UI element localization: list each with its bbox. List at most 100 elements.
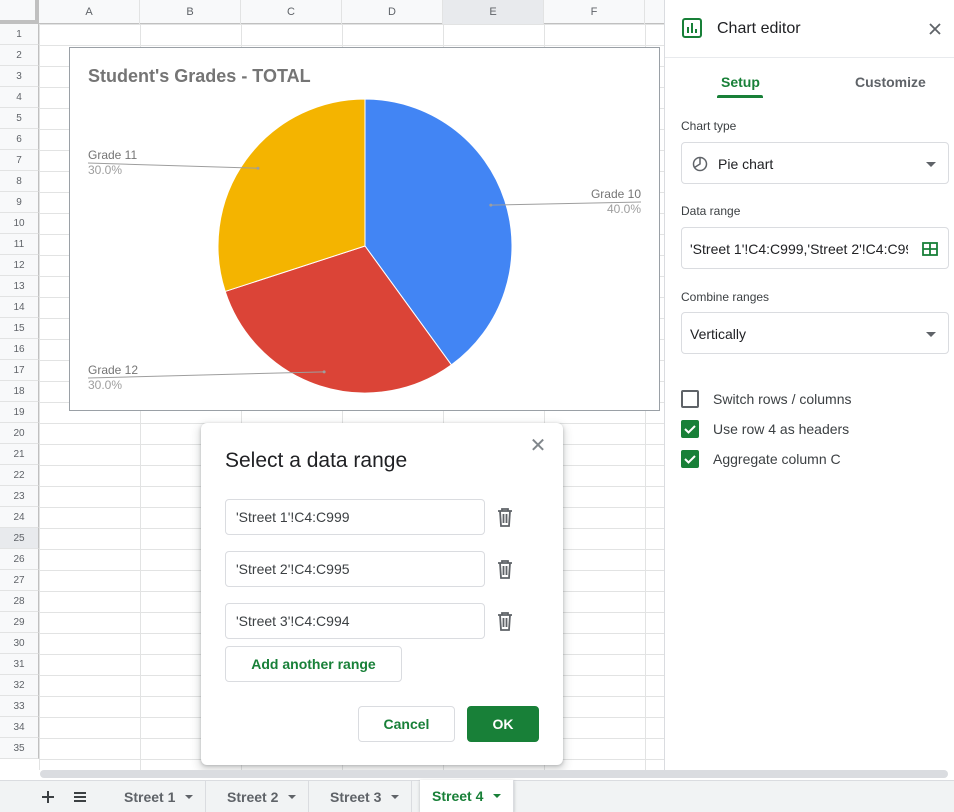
- column-header-c[interactable]: C: [241, 0, 342, 24]
- data-range-field[interactable]: 'Street 1'!C4:C999,'Street 2'!C4:C995,': [681, 227, 949, 269]
- row-header[interactable]: 29: [0, 612, 39, 633]
- panel-title: Chart editor: [717, 20, 801, 37]
- column-header-b[interactable]: B: [140, 0, 241, 24]
- trash-icon[interactable]: [495, 610, 515, 632]
- chart-type-value: Pie chart: [718, 156, 774, 172]
- row-header[interactable]: 19: [0, 402, 39, 423]
- column-header-e[interactable]: E: [443, 0, 544, 24]
- row-header[interactable]: 24: [0, 507, 39, 528]
- sheet-tab-label: Street 2: [227, 789, 279, 805]
- sheet-tab-street-4[interactable]: Street 4: [420, 780, 515, 812]
- trash-icon[interactable]: [495, 558, 515, 580]
- row-header[interactable]: 26: [0, 549, 39, 570]
- row-header[interactable]: 6: [0, 129, 39, 150]
- checkbox-checked-icon[interactable]: [681, 450, 699, 468]
- column-headers: A B C D E F: [0, 0, 664, 24]
- active-tab-indicator: [717, 95, 763, 98]
- row-header[interactable]: 1: [0, 24, 39, 45]
- column-header-f[interactable]: F: [544, 0, 645, 24]
- add-another-range-button[interactable]: Add another range: [225, 646, 402, 682]
- checkbox-unchecked-icon[interactable]: [681, 390, 699, 408]
- row-header[interactable]: 25: [0, 528, 39, 549]
- chevron-down-icon: [288, 795, 297, 799]
- use-row-4-headers-checkbox[interactable]: Use row 4 as headers: [681, 419, 849, 439]
- ok-button[interactable]: OK: [467, 706, 539, 742]
- row-header[interactable]: 30: [0, 633, 39, 654]
- row-header[interactable]: 16: [0, 339, 39, 360]
- row-header[interactable]: 33: [0, 696, 39, 717]
- slice-percent-label: 40.0%: [607, 202, 641, 216]
- row-header[interactable]: 10: [0, 213, 39, 234]
- sheet-tab-bar: Street 1 Street 2 Street 3 Street 4: [0, 780, 954, 812]
- row-header[interactable]: 8: [0, 171, 39, 192]
- column-header-a[interactable]: A: [39, 0, 140, 24]
- chart-type-label: Chart type: [681, 119, 737, 133]
- row-header[interactable]: 27: [0, 570, 39, 591]
- row-header[interactable]: 4: [0, 87, 39, 108]
- combine-ranges-select[interactable]: Vertically: [681, 312, 949, 354]
- horizontal-scrollbar[interactable]: [40, 770, 948, 778]
- dialog-title: Select a data range: [225, 449, 408, 472]
- pie-chart-svg: Grade 1040.0%Grade 1230.0%Grade 1130.0%: [87, 98, 641, 394]
- chart-type-select[interactable]: Pie chart: [681, 142, 949, 184]
- aggregate-column-c-checkbox[interactable]: Aggregate column C: [681, 449, 841, 469]
- range-input-2[interactable]: [225, 551, 485, 587]
- range-input-1[interactable]: [225, 499, 485, 535]
- tab-setup[interactable]: Setup: [721, 74, 760, 90]
- row-header[interactable]: 34: [0, 717, 39, 738]
- row-header[interactable]: 35: [0, 738, 39, 759]
- chevron-down-icon: [926, 332, 936, 337]
- grid-select-icon[interactable]: [922, 241, 938, 257]
- range-input-3[interactable]: [225, 603, 485, 639]
- switch-rows-columns-checkbox[interactable]: Switch rows / columns: [681, 389, 851, 409]
- close-icon[interactable]: ✕: [527, 435, 549, 457]
- sheet-tab-street-3[interactable]: Street 3: [318, 781, 413, 812]
- trash-icon[interactable]: [495, 506, 515, 528]
- checkbox-checked-icon[interactable]: [681, 420, 699, 438]
- row-header[interactable]: 15: [0, 318, 39, 339]
- select-all-corner[interactable]: [0, 0, 39, 24]
- row-header[interactable]: 12: [0, 255, 39, 276]
- select-data-range-dialog: Select a data range ✕ Add another range …: [201, 423, 563, 765]
- column-header-d[interactable]: D: [342, 0, 443, 24]
- sheet-tab-label: Street 3: [330, 789, 382, 805]
- all-sheets-menu-icon[interactable]: [70, 787, 90, 807]
- row-header[interactable]: 11: [0, 234, 39, 255]
- add-sheet-icon[interactable]: [38, 787, 58, 807]
- tab-customize[interactable]: Customize: [855, 74, 926, 90]
- chevron-down-icon: [493, 794, 502, 798]
- panel-header: Chart editor: [665, 0, 954, 58]
- chevron-down-icon: [391, 795, 400, 799]
- row-header[interactable]: 32: [0, 675, 39, 696]
- sheet-tab-label: Street 4: [432, 788, 484, 804]
- checkbox-label: Switch rows / columns: [713, 391, 852, 407]
- cancel-button[interactable]: Cancel: [358, 706, 455, 742]
- slice-label: Grade 10: [591, 187, 641, 201]
- pie-chart[interactable]: Student's Grades - TOTAL Grade 10 40.0% Gr…: [69, 47, 660, 411]
- data-range-label: Data range: [681, 204, 741, 218]
- row-header[interactable]: 7: [0, 150, 39, 171]
- close-icon[interactable]: [925, 19, 945, 39]
- chevron-down-icon: [926, 162, 936, 167]
- row-header[interactable]: 31: [0, 654, 39, 675]
- sheet-tab-street-2[interactable]: Street 2: [215, 781, 310, 812]
- row-header[interactable]: 2: [0, 45, 39, 66]
- row-header[interactable]: 21: [0, 444, 39, 465]
- row-header[interactable]: 22: [0, 465, 39, 486]
- data-range-value: 'Street 1'!C4:C999,'Street 2'!C4:C995,': [690, 241, 908, 257]
- row-header[interactable]: 18: [0, 381, 39, 402]
- slice-percent-label: 30.0%: [88, 163, 122, 177]
- row-header[interactable]: 28: [0, 591, 39, 612]
- row-header[interactable]: 5: [0, 108, 39, 129]
- row-header[interactable]: 9: [0, 192, 39, 213]
- chart-editor-panel: Chart editor Setup Customize Chart type …: [664, 0, 954, 770]
- row-header[interactable]: 23: [0, 486, 39, 507]
- row-header[interactable]: 13: [0, 276, 39, 297]
- row-header[interactable]: 3: [0, 66, 39, 87]
- sheet-tab-street-1[interactable]: Street 1: [112, 781, 207, 812]
- chart-icon: [682, 18, 702, 38]
- slice-label: Grade 12: [88, 363, 138, 377]
- row-header[interactable]: 20: [0, 423, 39, 444]
- row-header[interactable]: 14: [0, 297, 39, 318]
- row-header[interactable]: 17: [0, 360, 39, 381]
